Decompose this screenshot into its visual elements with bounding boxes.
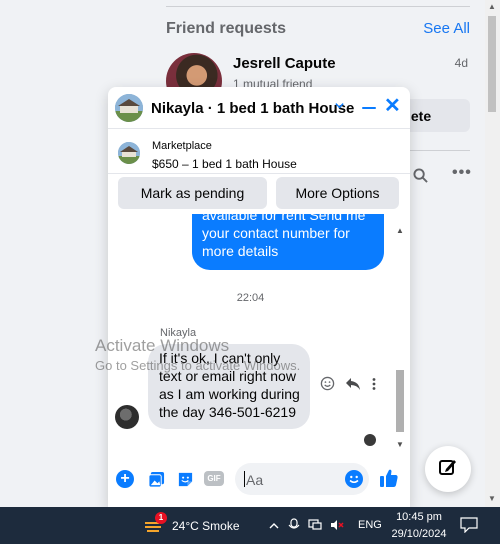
listing-thumbnail — [118, 142, 140, 164]
new-message-button[interactable] — [425, 446, 471, 492]
network-icon[interactable] — [308, 519, 322, 534]
clock-time[interactable]: 10:45 pm — [389, 511, 449, 523]
scroll-down-icon[interactable]: ▼ — [488, 494, 496, 503]
marketplace-label: Marketplace — [152, 140, 212, 152]
notification-icon[interactable] — [460, 517, 478, 534]
page-scrollbar[interactable]: ▲ ▼ — [485, 0, 500, 507]
see-all-link[interactable]: See All — [423, 20, 470, 37]
photo-icon[interactable] — [146, 469, 166, 489]
compose-icon — [438, 457, 458, 482]
clock-date[interactable]: 29/10/2024 — [389, 528, 449, 540]
weather-text[interactable]: 24°C Smoke — [172, 519, 240, 533]
minimize-icon[interactable] — [360, 97, 378, 117]
volume-muted-icon[interactable] — [330, 519, 344, 534]
text-caret — [244, 471, 245, 487]
scroll-down-icon[interactable]: ▼ — [396, 440, 404, 449]
outgoing-message[interactable]: available for rent Send me your contact … — [192, 214, 384, 270]
scroll-up-icon[interactable]: ▲ — [488, 2, 496, 11]
like-icon[interactable] — [379, 468, 399, 488]
language-indicator[interactable]: ENG — [358, 519, 382, 531]
incoming-message[interactable]: If it's ok, I can't only text or email r… — [148, 344, 310, 429]
chat-title[interactable]: Nikayla · 1 bed 1 bath House — [151, 100, 354, 117]
chevron-down-icon[interactable] — [334, 100, 345, 114]
friend-request-time: 4d — [454, 56, 468, 70]
search-icon[interactable] — [413, 168, 428, 187]
scrollbar-thumb[interactable] — [488, 16, 496, 112]
mark-pending-button[interactable]: Mark as pending — [118, 177, 267, 209]
activation-watermark-subtitle: Go to Settings to activate Windows. — [95, 358, 301, 373]
chat-scrollbar[interactable]: ▲ ▼ — [394, 214, 406, 454]
divider — [402, 150, 470, 151]
weather-badge: 1 — [155, 512, 167, 524]
meet-icon[interactable] — [288, 518, 300, 535]
system-tray — [268, 518, 344, 535]
taskbar: 1 24°C Smoke ENG 10:45 pm 29/10/2024 — [0, 507, 500, 544]
message-placeholder: Aa — [246, 472, 264, 488]
listing-actions: Mark as pending More Options — [108, 174, 410, 214]
more-icon[interactable]: ••• — [452, 164, 472, 182]
close-icon[interactable]: ✕ — [384, 96, 401, 116]
chevron-up-icon[interactable] — [268, 520, 280, 534]
activation-watermark-title: Activate Windows — [95, 336, 230, 355]
message-actions — [320, 376, 377, 395]
scrollbar-thumb[interactable] — [396, 370, 404, 432]
friend-requests-title: Friend requests — [166, 20, 287, 37]
chat-header[interactable]: Nikayla · 1 bed 1 bath House ✕ — [108, 87, 410, 129]
seen-avatar — [364, 434, 376, 446]
divider — [166, 6, 470, 7]
message-list[interactable]: available for rent Send me your contact … — [108, 214, 410, 454]
more-icon[interactable] — [371, 377, 377, 395]
friend-request-name[interactable]: Jesrell Capute — [233, 55, 336, 72]
sender-avatar[interactable] — [115, 405, 139, 429]
chat-avatar[interactable] — [115, 94, 143, 122]
scroll-up-icon[interactable]: ▲ — [396, 226, 404, 235]
plus-icon[interactable]: + — [116, 470, 134, 488]
emoji-picker-icon[interactable] — [345, 470, 363, 488]
gif-icon[interactable]: GIF — [204, 471, 224, 486]
chat-window: Nikayla · 1 bed 1 bath House ✕ Marketpla… — [108, 87, 410, 507]
marketplace-banner[interactable]: Marketplace $650 – 1 bed 1 bath House — [108, 130, 410, 174]
more-options-button[interactable]: More Options — [276, 177, 399, 209]
message-input[interactable]: Aa — [235, 463, 369, 495]
message-composer: + GIF Aa — [108, 457, 410, 501]
reply-icon[interactable] — [345, 377, 361, 395]
listing-detail: $650 – 1 bed 1 bath House — [152, 157, 297, 171]
delete-request-button[interactable]: lete — [402, 99, 470, 132]
sticker-icon[interactable] — [175, 469, 195, 489]
message-timestamp: 22:04 — [236, 292, 265, 304]
emoji-icon[interactable] — [320, 376, 335, 395]
